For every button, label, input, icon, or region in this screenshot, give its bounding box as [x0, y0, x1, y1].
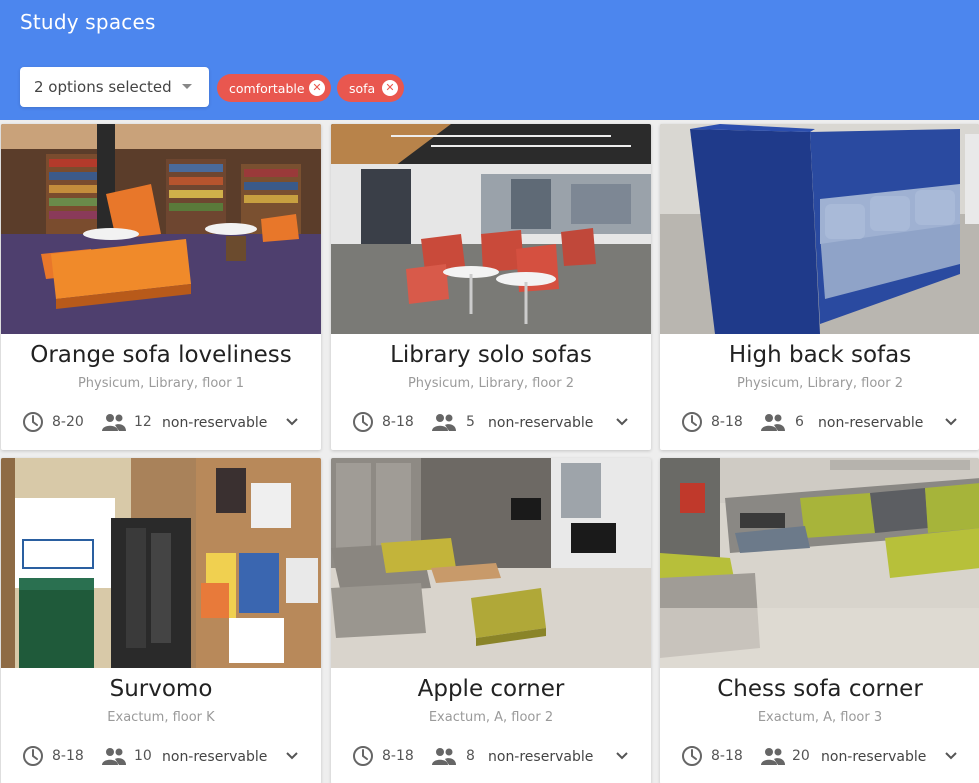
- capacity: 8: [466, 748, 475, 764]
- space-location: Physicum, Library, floor 1: [77, 376, 245, 391]
- study-space-card[interactable]: High back sofas Physicum, Library, floor…: [660, 124, 979, 450]
- space-location: Exactum, A, floor 3: [757, 710, 883, 725]
- space-title: Chess sofa corner: [717, 676, 923, 702]
- study-space-card[interactable]: Orange sofa loveliness Physicum, Library…: [1, 124, 321, 450]
- chip-label: sofa: [349, 80, 376, 96]
- people-icon: [432, 748, 456, 765]
- reservation-status: non-reservable: [162, 749, 268, 765]
- space-meta: 8-18 6 non-reservable: [660, 410, 979, 434]
- space-meta: 8-18 20 non-reservable: [660, 744, 979, 768]
- clock-icon: [23, 746, 43, 766]
- opening-hours: 8-18: [52, 748, 84, 764]
- opening-hours: 8-18: [382, 748, 414, 764]
- space-location: Physicum, Library, floor 2: [407, 376, 575, 391]
- capacity: 20: [792, 748, 810, 764]
- opening-hours: 8-20: [52, 414, 84, 430]
- study-space-card[interactable]: Library solo sofas Physicum, Library, fl…: [331, 124, 651, 450]
- space-photo: [1, 124, 321, 334]
- capacity: 10: [134, 748, 152, 764]
- space-meta: 8-18 5 non-reservable: [331, 410, 651, 434]
- capacity: 5: [466, 414, 475, 430]
- space-title: Library solo sofas: [390, 342, 592, 368]
- chevron-down-icon[interactable]: [944, 416, 958, 428]
- space-meta: 8-20 12 non-reservable: [1, 410, 321, 434]
- chevron-down-icon[interactable]: [615, 416, 629, 428]
- space-meta: 8-18 10 non-reservable: [1, 744, 321, 768]
- people-icon: [102, 414, 126, 431]
- reservation-status: non-reservable: [818, 415, 924, 431]
- opening-hours: 8-18: [711, 414, 743, 430]
- study-space-card[interactable]: Survomo Exactum, floor K 8-18 10 non-res…: [1, 458, 321, 783]
- opening-hours: 8-18: [711, 748, 743, 764]
- chevron-down-icon[interactable]: [285, 416, 299, 428]
- study-space-card[interactable]: Apple corner Exactum, A, floor 2 8-18 8 …: [331, 458, 651, 783]
- app-header: Study spaces 2 options selected comforta…: [0, 0, 979, 120]
- study-space-card[interactable]: Chess sofa corner Exactum, A, floor 3 8-…: [660, 458, 979, 783]
- space-title: Apple corner: [417, 676, 565, 702]
- page-title: Study spaces: [20, 10, 156, 34]
- space-meta: 8-18 8 non-reservable: [331, 744, 651, 768]
- clock-icon: [353, 412, 373, 432]
- chevron-down-icon[interactable]: [944, 750, 958, 762]
- close-icon[interactable]: ✕: [382, 80, 398, 96]
- clock-icon: [682, 746, 702, 766]
- capacity: 6: [795, 414, 804, 430]
- clock-icon: [682, 412, 702, 432]
- filter-select[interactable]: 2 options selected: [20, 67, 209, 107]
- close-icon[interactable]: ✕: [309, 80, 325, 96]
- people-icon: [761, 414, 785, 431]
- caret-down-icon: [182, 84, 192, 89]
- space-location: Exactum, A, floor 2: [428, 710, 554, 725]
- space-photo: [1, 458, 321, 668]
- reservation-status: non-reservable: [821, 749, 927, 765]
- space-photo: [660, 458, 979, 668]
- clock-icon: [353, 746, 373, 766]
- filter-chip-sofa: sofa ✕: [337, 74, 404, 102]
- people-icon: [102, 748, 126, 765]
- filter-chip-comfortable: comfortable ✕: [217, 74, 331, 102]
- chevron-down-icon[interactable]: [285, 750, 299, 762]
- reservation-status: non-reservable: [162, 415, 268, 431]
- clock-icon: [23, 412, 43, 432]
- space-photo: [331, 458, 651, 668]
- space-title: Survomo: [109, 676, 213, 702]
- chevron-down-icon[interactable]: [615, 750, 629, 762]
- chip-label: comfortable: [229, 80, 305, 96]
- people-icon: [761, 748, 785, 765]
- reservation-status: non-reservable: [488, 415, 594, 431]
- space-title: High back sofas: [728, 342, 912, 368]
- people-icon: [432, 414, 456, 431]
- capacity: 12: [134, 414, 152, 430]
- space-title: Orange sofa loveliness: [30, 342, 292, 368]
- space-photo: [660, 124, 979, 334]
- reservation-status: non-reservable: [488, 749, 594, 765]
- space-location: Exactum, floor K: [107, 710, 215, 725]
- space-location: Physicum, Library, floor 2: [736, 376, 904, 391]
- space-photo: [331, 124, 651, 334]
- opening-hours: 8-18: [382, 414, 414, 430]
- filter-select-value: 2 options selected: [34, 78, 172, 96]
